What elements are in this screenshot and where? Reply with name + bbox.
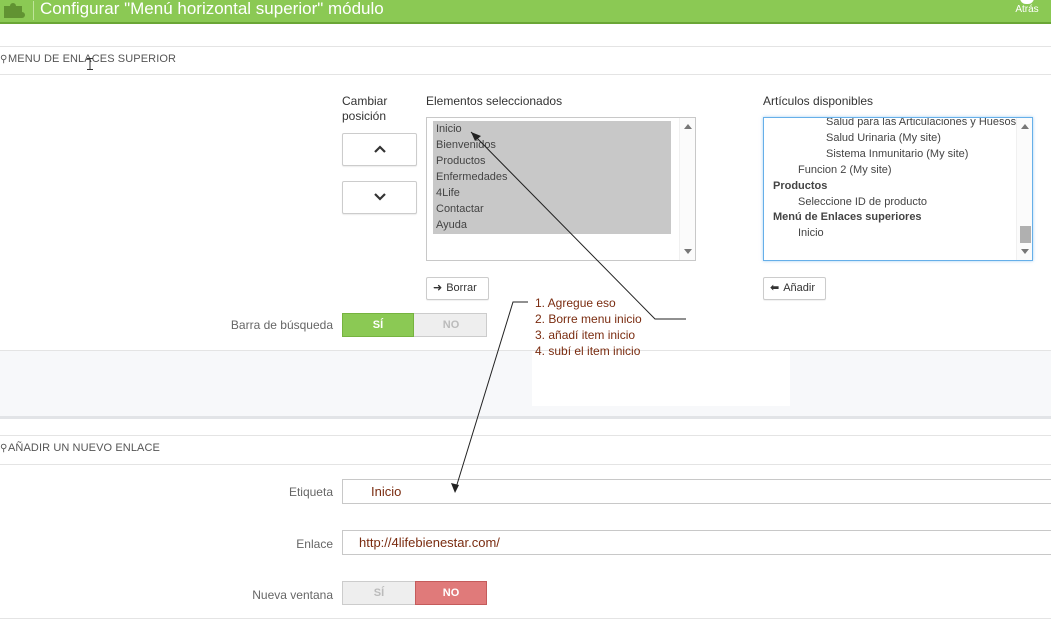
selected-item[interactable]: Enfermedades: [436, 171, 508, 183]
available-items-label: Artículos disponibles: [763, 94, 874, 108]
available-group: Productos: [773, 180, 828, 192]
selected-items-label: Elementos seleccionados: [426, 94, 563, 108]
available-items-list[interactable]: Salud para las Articulaciones y Huesos S…: [763, 117, 1033, 261]
panel2-heading-text: AÑADIR UN NUEVO ENLACE: [8, 442, 160, 454]
selected-list-scrollbar[interactable]: [679, 118, 695, 260]
page-title: Configurar "Menú horizontal superior" mó…: [40, 0, 384, 18]
link-input[interactable]: http://4lifebienestar.com/: [342, 530, 1051, 555]
new-window-no[interactable]: NO: [415, 581, 487, 605]
search-bar-no[interactable]: NO: [415, 314, 487, 336]
selected-item[interactable]: Inicio: [436, 123, 462, 135]
available-group: Menú de Enlaces superiores: [773, 211, 922, 223]
header-divider: [33, 1, 34, 20]
puzzle-icon: [4, 3, 25, 18]
selected-item[interactable]: 4Life: [436, 187, 460, 199]
available-item[interactable]: Salud para las Articulaciones y Huesos: [826, 118, 1016, 128]
new-window-label: Nueva ventana: [252, 588, 333, 602]
arrow-right-icon: ➜: [433, 282, 443, 294]
panel-bottom-edge: [0, 416, 1051, 419]
search-bar-label: Barra de búsqueda: [230, 318, 333, 332]
available-item[interactable]: Seleccione ID de producto: [798, 196, 927, 208]
scroll-up-icon[interactable]: [684, 124, 692, 129]
chevron-down-icon: [374, 193, 386, 201]
new-window-yes[interactable]: SÍ: [343, 582, 415, 604]
scroll-down-icon[interactable]: [684, 249, 692, 254]
back-button[interactable]: Atrás: [1013, 0, 1041, 20]
available-item[interactable]: Salud Urinaria (My site): [826, 132, 941, 144]
link-icon: ⚲: [0, 443, 8, 454]
delete-button[interactable]: ➜ Borrar: [426, 277, 489, 300]
scroll-up-icon[interactable]: [1021, 124, 1029, 129]
annotation-line: 3. añadí item inicio: [535, 328, 636, 342]
scroll-thumb[interactable]: [1020, 226, 1031, 243]
search-bar-toggle[interactable]: SÍ NO: [342, 313, 487, 337]
panel2-top-border: [0, 435, 1051, 436]
panel-heading-new-link: ⚲AÑADIR UN NUEVO ENLACE: [0, 442, 160, 470]
arrow-left-icon: ⬅: [770, 282, 780, 294]
panel-top-border: [0, 46, 1051, 47]
available-item[interactable]: Inicio: [798, 227, 824, 239]
panel-heading-border: [0, 74, 1051, 75]
scroll-down-icon[interactable]: [1021, 249, 1029, 254]
available-item[interactable]: Sistema Inmunitario (My site): [826, 148, 968, 160]
back-label: Atrás: [1015, 4, 1039, 15]
selected-item[interactable]: Contactar: [436, 203, 484, 215]
panel2-heading-border: [0, 464, 1051, 465]
link-field-label: Enlace: [296, 537, 333, 551]
annotation-line: 1. Agregue eso: [535, 296, 616, 310]
available-list-scrollbar[interactable]: [1016, 118, 1032, 260]
label-field-label: Etiqueta: [288, 485, 333, 499]
panel-footer: [0, 351, 1051, 417]
add-button[interactable]: ⬅ Añadir: [763, 277, 826, 300]
annotation-line: 2. Borre menu inicio: [535, 312, 642, 326]
label-input[interactable]: Inicio: [342, 479, 1051, 504]
text-cursor-icon: [87, 58, 93, 70]
selected-item[interactable]: Productos: [436, 155, 486, 167]
chevron-up-icon: [374, 145, 386, 153]
search-bar-yes[interactable]: SÍ: [342, 313, 414, 337]
annotation-background: [532, 351, 790, 406]
selected-item[interactable]: Bienvenidos: [436, 139, 496, 151]
link-icon: ⚲: [0, 54, 8, 65]
new-window-toggle[interactable]: SÍ NO: [342, 581, 487, 605]
delete-button-label: Borrar: [446, 282, 477, 294]
annotation-line: 4. subí el item inicio: [535, 344, 641, 358]
change-position-label: Cambiar posición: [342, 94, 388, 123]
available-item[interactable]: Funcion 2 (My site): [798, 164, 892, 176]
page-header: Configurar "Menú horizontal superior" mó…: [0, 0, 1051, 24]
selected-item[interactable]: Ayuda: [436, 219, 467, 231]
add-button-label: Añadir: [783, 282, 816, 294]
move-up-button[interactable]: [342, 133, 417, 166]
selected-items-list[interactable]: Inicio Bienvenidos Productos Enfermedade…: [426, 117, 696, 261]
panel2-bottom-border: [0, 618, 1051, 619]
move-down-button[interactable]: [342, 181, 417, 214]
